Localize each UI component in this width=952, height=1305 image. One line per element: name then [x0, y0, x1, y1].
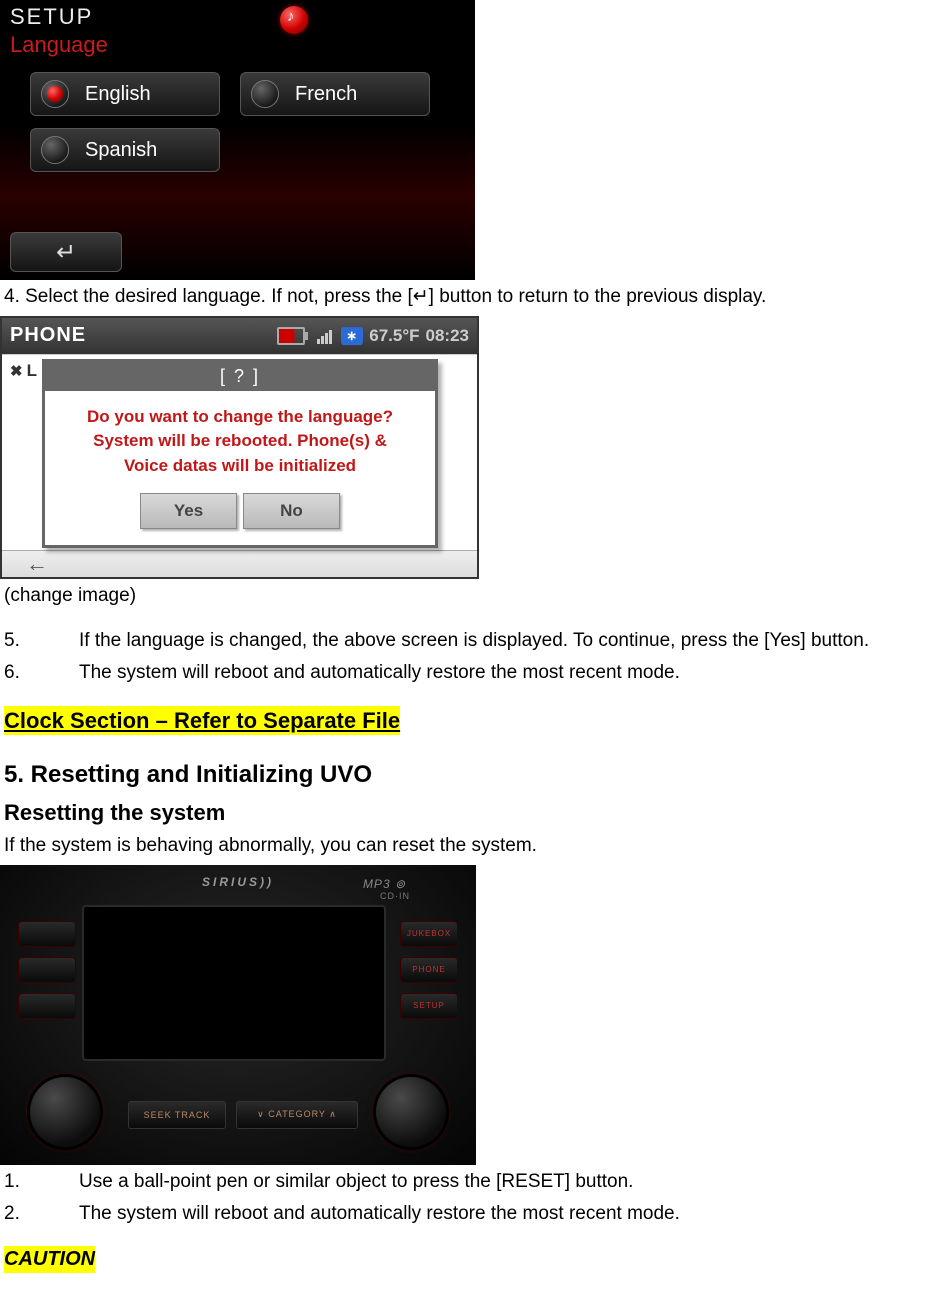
radio-icon	[41, 136, 69, 164]
phone-header: PHONE ∗ 67.5°F 08:23	[2, 318, 477, 354]
temperature: 67.5°F	[369, 326, 419, 346]
setup-title: SETUP	[0, 0, 475, 32]
seek-track-button[interactable]: SEEK TRACK	[128, 1101, 226, 1129]
left-hard-button-3[interactable]	[18, 993, 76, 1019]
language-label: Spanish	[85, 139, 157, 162]
phone-button[interactable]: PHONE	[400, 957, 458, 983]
head-unit-photo: SIRIUS)) MP3 ⊚ CD·IN JUKEBOX PHONE SETUP…	[0, 865, 476, 1165]
mp3-label: MP3 ⊚	[363, 877, 406, 891]
clock-section-heading: Clock Section – Refer to Separate File	[4, 706, 400, 736]
resetting-heading: 5. Resetting and Initializing UVO	[0, 755, 952, 793]
resetting-subheading: Resetting the system	[0, 794, 952, 830]
setup-language-panel: SETUP Language English French Spanish ↵	[0, 0, 475, 280]
left-hard-button-1[interactable]	[18, 921, 76, 947]
unit-screen	[82, 905, 386, 1061]
partial-text-behind-popup: ✖L	[10, 361, 37, 381]
music-icon	[280, 6, 308, 34]
step-6: 6. The system will reboot and automatica…	[0, 656, 952, 688]
popup-title: [ ? ]	[45, 362, 435, 391]
language-french-button[interactable]: French	[240, 72, 430, 116]
bluetooth-icon: ∗	[341, 327, 363, 345]
confirm-popup: [ ? ] Do you want to change the language…	[42, 359, 438, 548]
no-button[interactable]: No	[243, 493, 340, 529]
left-hard-button-2[interactable]	[18, 957, 76, 983]
cdin-label: CD·IN	[380, 891, 410, 901]
reset-step-2: 2. The system will reboot and automatica…	[0, 1197, 952, 1229]
phone-footer-bar: ←	[2, 550, 477, 577]
setup-subtitle: Language	[0, 32, 475, 72]
step-5: 5. If the language is changed, the above…	[0, 624, 952, 656]
setup-button[interactable]: SETUP	[400, 993, 458, 1019]
resetting-intro: If the system is behaving abnormally, yo…	[0, 829, 952, 861]
language-label: French	[295, 83, 357, 106]
brand-label: SIRIUS))	[202, 875, 274, 889]
language-english-button[interactable]: English	[30, 72, 220, 116]
change-image-note: (change image)	[0, 579, 952, 611]
phone-dialog-panel: PHONE ∗ 67.5°F 08:23 ✖L [ ? ] Do you wan…	[0, 316, 479, 579]
language-spanish-button[interactable]: Spanish	[30, 128, 220, 172]
caution-heading: CAUTION	[4, 1246, 95, 1273]
back-icon: ↵	[56, 238, 76, 267]
back-button[interactable]: ↵	[10, 232, 122, 272]
back-arrow-icon[interactable]: ←	[26, 551, 48, 577]
category-button[interactable]: ∨ CATEGORY ∧	[236, 1101, 358, 1129]
yes-button[interactable]: Yes	[140, 493, 237, 529]
language-label: English	[85, 83, 151, 106]
step-4-text: 4. Select the desired language. If not, …	[0, 280, 952, 312]
signal-icon	[313, 326, 335, 346]
battery-icon	[277, 326, 307, 346]
wrench-icon: ✖	[10, 363, 23, 380]
popup-message: Do you want to change the language? Syst…	[45, 391, 435, 489]
jukebox-button[interactable]: JUKEBOX	[400, 921, 458, 947]
right-knob[interactable]	[376, 1077, 446, 1147]
clock: 08:23	[426, 326, 469, 346]
left-knob[interactable]	[30, 1077, 100, 1147]
phone-title: PHONE	[10, 324, 86, 347]
reset-step-1: 1. Use a ball-point pen or similar objec…	[0, 1165, 952, 1197]
radio-icon	[251, 80, 279, 108]
radio-selected-icon	[41, 80, 69, 108]
